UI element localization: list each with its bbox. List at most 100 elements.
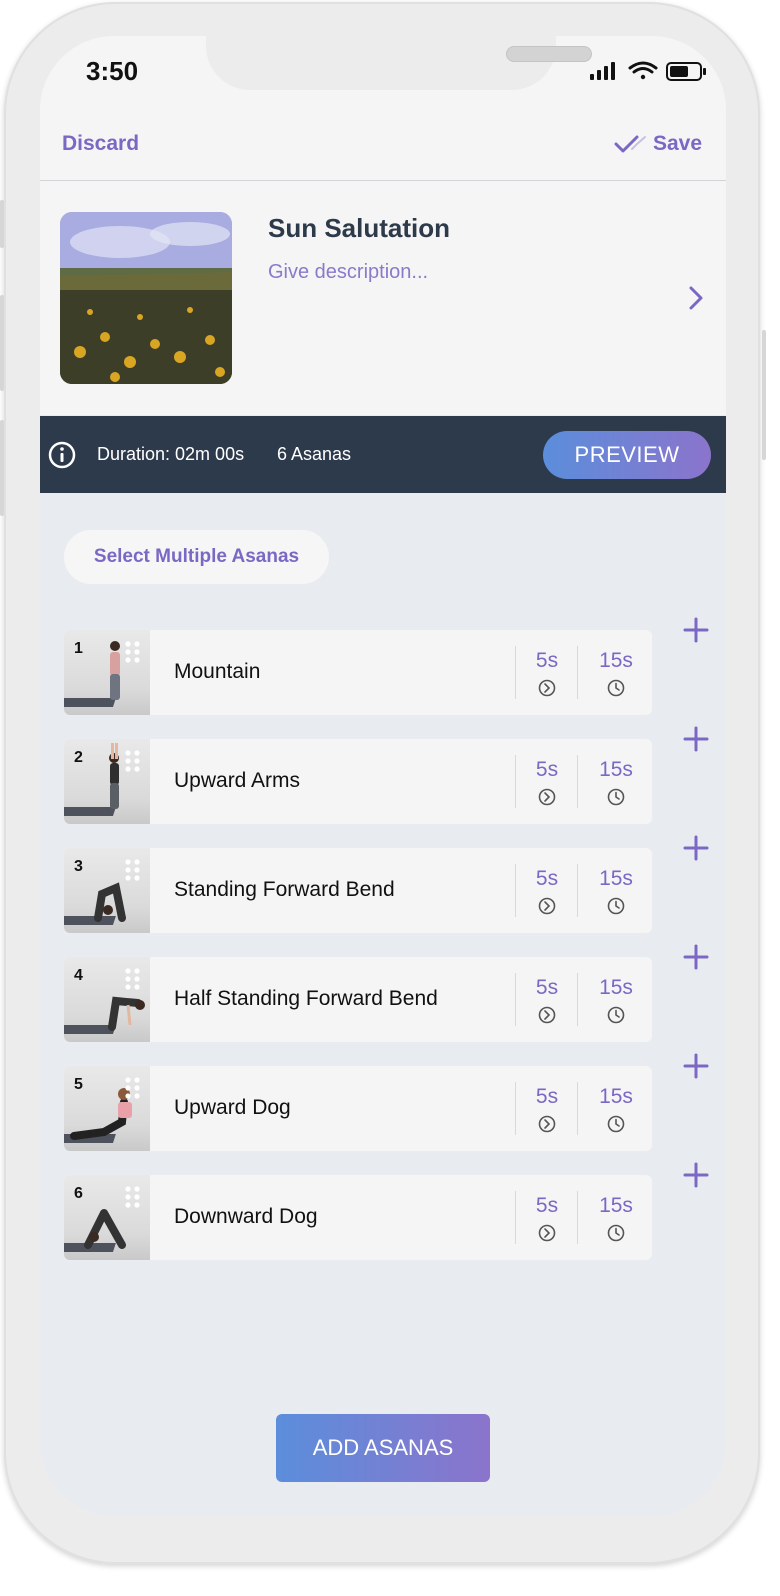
add-asanas-button[interactable]: ADD ASANAS — [276, 1414, 490, 1482]
hold-time[interactable]: 15s — [586, 976, 646, 1000]
hold-time[interactable]: 15s — [586, 1194, 646, 1218]
asana-number: 1 — [74, 640, 83, 657]
chevron-right-icon[interactable] — [688, 285, 704, 316]
save-button[interactable]: Save — [613, 132, 702, 156]
asana-thumbnail[interactable]: 4 — [64, 957, 150, 1042]
drag-handle-icon[interactable] — [124, 640, 142, 669]
battery-icon — [666, 62, 706, 81]
add-after-plus-icon[interactable] — [682, 834, 710, 867]
asana-row[interactable]: 3 Standing Forward Bend 5s 15s — [64, 848, 652, 933]
transition-icon — [538, 1115, 556, 1138]
asana-thumbnail[interactable]: 5 — [64, 1066, 150, 1151]
clock-icon — [607, 679, 625, 702]
drag-handle-icon[interactable] — [124, 749, 142, 778]
clock-icon — [607, 897, 625, 920]
hold-time[interactable]: 15s — [586, 758, 646, 782]
hold-time[interactable]: 15s — [586, 1085, 646, 1109]
status-time: 3:50 — [86, 56, 139, 86]
asana-thumbnail[interactable]: 6 — [64, 1175, 150, 1260]
hold-time[interactable]: 15s — [586, 867, 646, 891]
stat-divider — [515, 755, 516, 808]
asana-thumbnail[interactable]: 1 — [64, 630, 150, 715]
asana-row[interactable]: 2 Upward Arms 5s 15s — [64, 739, 652, 824]
asana-name: Standing Forward Bend — [174, 878, 395, 901]
asana-row[interactable]: 1 Mountain 5s 15s — [64, 630, 652, 715]
drag-handle-icon[interactable] — [124, 1185, 142, 1214]
asana-name: Upward Dog — [174, 1096, 291, 1119]
transition-time[interactable]: 5s — [517, 758, 577, 782]
asana-number: 4 — [74, 967, 83, 984]
save-label: Save — [652, 132, 702, 155]
nav-bar: Discard Save — [40, 128, 726, 181]
asana-row[interactable]: 4 Half Standing Forward Bend 5s 15s — [64, 957, 652, 1042]
asana-name: Mountain — [174, 660, 261, 683]
status-icons — [590, 60, 708, 87]
add-after-plus-icon[interactable] — [682, 616, 710, 649]
asana-number: 3 — [74, 858, 83, 875]
power-button — [762, 330, 766, 460]
clock-icon — [607, 1115, 625, 1138]
asana-number: 6 — [74, 1185, 83, 1202]
discard-button[interactable]: Discard — [62, 132, 139, 156]
add-after-plus-icon[interactable] — [682, 1052, 710, 1085]
notch — [206, 36, 592, 90]
drag-handle-icon[interactable] — [124, 967, 142, 996]
asana-thumbnail[interactable]: 3 — [64, 848, 150, 933]
transition-time[interactable]: 5s — [517, 1194, 577, 1218]
stat-divider — [577, 1191, 578, 1244]
asana-thumbnail[interactable]: 2 — [64, 739, 150, 824]
speaker-grille — [506, 46, 592, 62]
stat-divider — [515, 1191, 516, 1244]
asana-name: Downward Dog — [174, 1205, 318, 1228]
volume-down-button — [0, 420, 4, 516]
stat-divider — [577, 1082, 578, 1135]
description-field[interactable]: Give description... — [268, 261, 428, 284]
stat-divider — [577, 755, 578, 808]
stat-divider — [577, 864, 578, 917]
add-after-plus-icon[interactable] — [682, 725, 710, 758]
volume-up-button — [0, 295, 4, 391]
asana-number: 2 — [74, 749, 83, 766]
preview-button[interactable]: PREVIEW — [543, 431, 711, 479]
clock-icon — [607, 1006, 625, 1029]
signal-icon — [590, 62, 615, 80]
sequence-title[interactable]: Sun Salutation — [268, 213, 450, 244]
clock-icon — [607, 1224, 625, 1247]
asana-name: Upward Arms — [174, 769, 301, 792]
add-after-plus-icon[interactable] — [682, 943, 710, 976]
transition-icon — [538, 1224, 556, 1247]
stat-divider — [515, 646, 516, 699]
stat-divider — [515, 973, 516, 1026]
stat-divider — [515, 864, 516, 917]
transition-icon — [538, 679, 556, 702]
asana-number: 5 — [74, 1076, 83, 1093]
app-screen: 3:50 Discard Save Sun Salutation Give de… — [40, 36, 726, 1516]
asana-row[interactable]: 5 Upward Dog 5s 15s — [64, 1066, 652, 1151]
hold-time[interactable]: 15s — [586, 649, 646, 673]
asana-row[interactable]: 6 Downward Dog 5s 15s — [64, 1175, 652, 1260]
stat-divider — [577, 646, 578, 699]
sequence-header[interactable]: Sun Salutation Give description... — [40, 181, 726, 415]
drag-handle-icon[interactable] — [124, 858, 142, 887]
info-bar: Duration: 02m 00s 6 Asanas PREVIEW — [40, 416, 726, 493]
wifi-icon — [628, 61, 658, 80]
add-after-plus-icon[interactable] — [682, 1161, 710, 1194]
transition-time[interactable]: 5s — [517, 867, 577, 891]
asana-name: Half Standing Forward Bend — [174, 987, 438, 1010]
select-multiple-button[interactable]: Select Multiple Asanas — [64, 530, 329, 584]
asana-count-text: 6 Asanas — [277, 444, 352, 464]
transition-icon — [538, 1006, 556, 1029]
info-icon[interactable] — [48, 441, 76, 474]
transition-time[interactable]: 5s — [517, 976, 577, 1000]
drag-handle-icon[interactable] — [124, 1076, 142, 1105]
transition-icon — [538, 788, 556, 811]
transition-icon — [538, 897, 556, 920]
checkmark-icon — [614, 135, 646, 153]
clock-icon — [607, 788, 625, 811]
mute-switch — [0, 200, 4, 248]
sequence-thumbnail[interactable] — [60, 212, 232, 384]
stat-divider — [515, 1082, 516, 1135]
duration-text: Duration: 02m 00s — [97, 444, 245, 464]
transition-time[interactable]: 5s — [517, 649, 577, 673]
transition-time[interactable]: 5s — [517, 1085, 577, 1109]
